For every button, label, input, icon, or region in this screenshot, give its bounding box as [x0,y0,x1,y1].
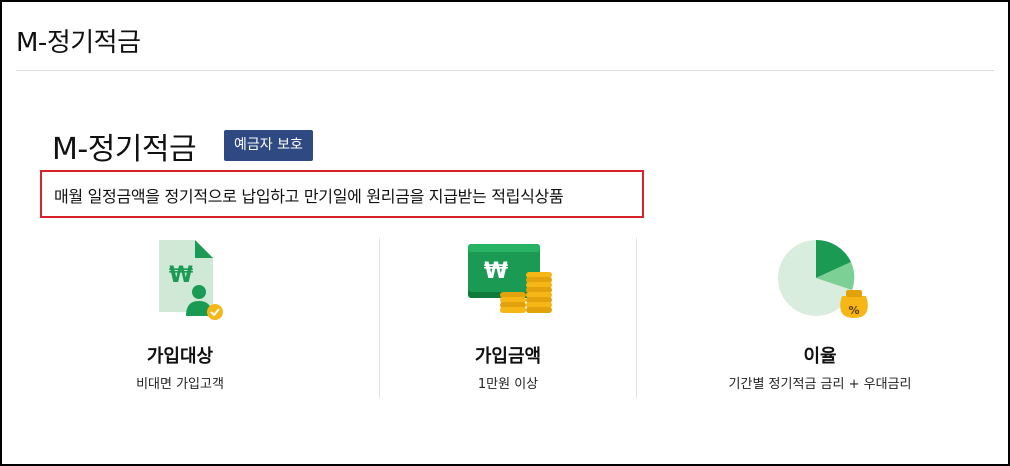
pie-chart-percent-icon: % [692,238,948,322]
svg-text:₩: ₩ [169,263,193,288]
feature-subtitle: 비대면 가입고객 [136,377,224,392]
page-frame: M-정기적금 M-정기적금 예금자 보호 매월 일정금액을 정기적으로 납입하고… [0,0,1010,466]
document-user-won-icon: ₩ [52,238,308,322]
cash-coins-icon: ₩ [380,238,636,322]
feature-subtitle: 1만원 이상 [477,377,539,392]
svg-text:₩: ₩ [484,259,508,284]
feature-eligibility: ₩ 가입대상 비대면 가입고객 [52,238,308,398]
page-header-title: M-정기적금 [16,28,141,58]
feature-subtitle: 기간별 정기적금 금리 + 우대금리 [728,377,912,392]
feature-interest-rate: % 이율 기간별 정기적금 금리 + 우대금리 [692,238,948,398]
feature-amount: ₩ 가입금액 1만원 이상 [380,238,636,398]
deposit-protection-badge: 예금자 보호 [224,130,313,161]
feature-title: 가입금액 [474,346,542,367]
svg-text:%: % [848,304,859,317]
feature-title: 가입대상 [146,346,214,367]
product-title: M-정기적금 [52,132,197,167]
product-description: 매월 일정금액을 정기적으로 납입하고 만기일에 원리금을 지급받는 적립식상품 [54,187,564,206]
feature-divider [636,238,637,398]
header-divider [16,70,994,71]
product-description-box: 매월 일정금액을 정기적으로 납입하고 만기일에 원리금을 지급받는 적립식상품 [40,170,644,218]
feature-title: 이율 [803,346,837,367]
